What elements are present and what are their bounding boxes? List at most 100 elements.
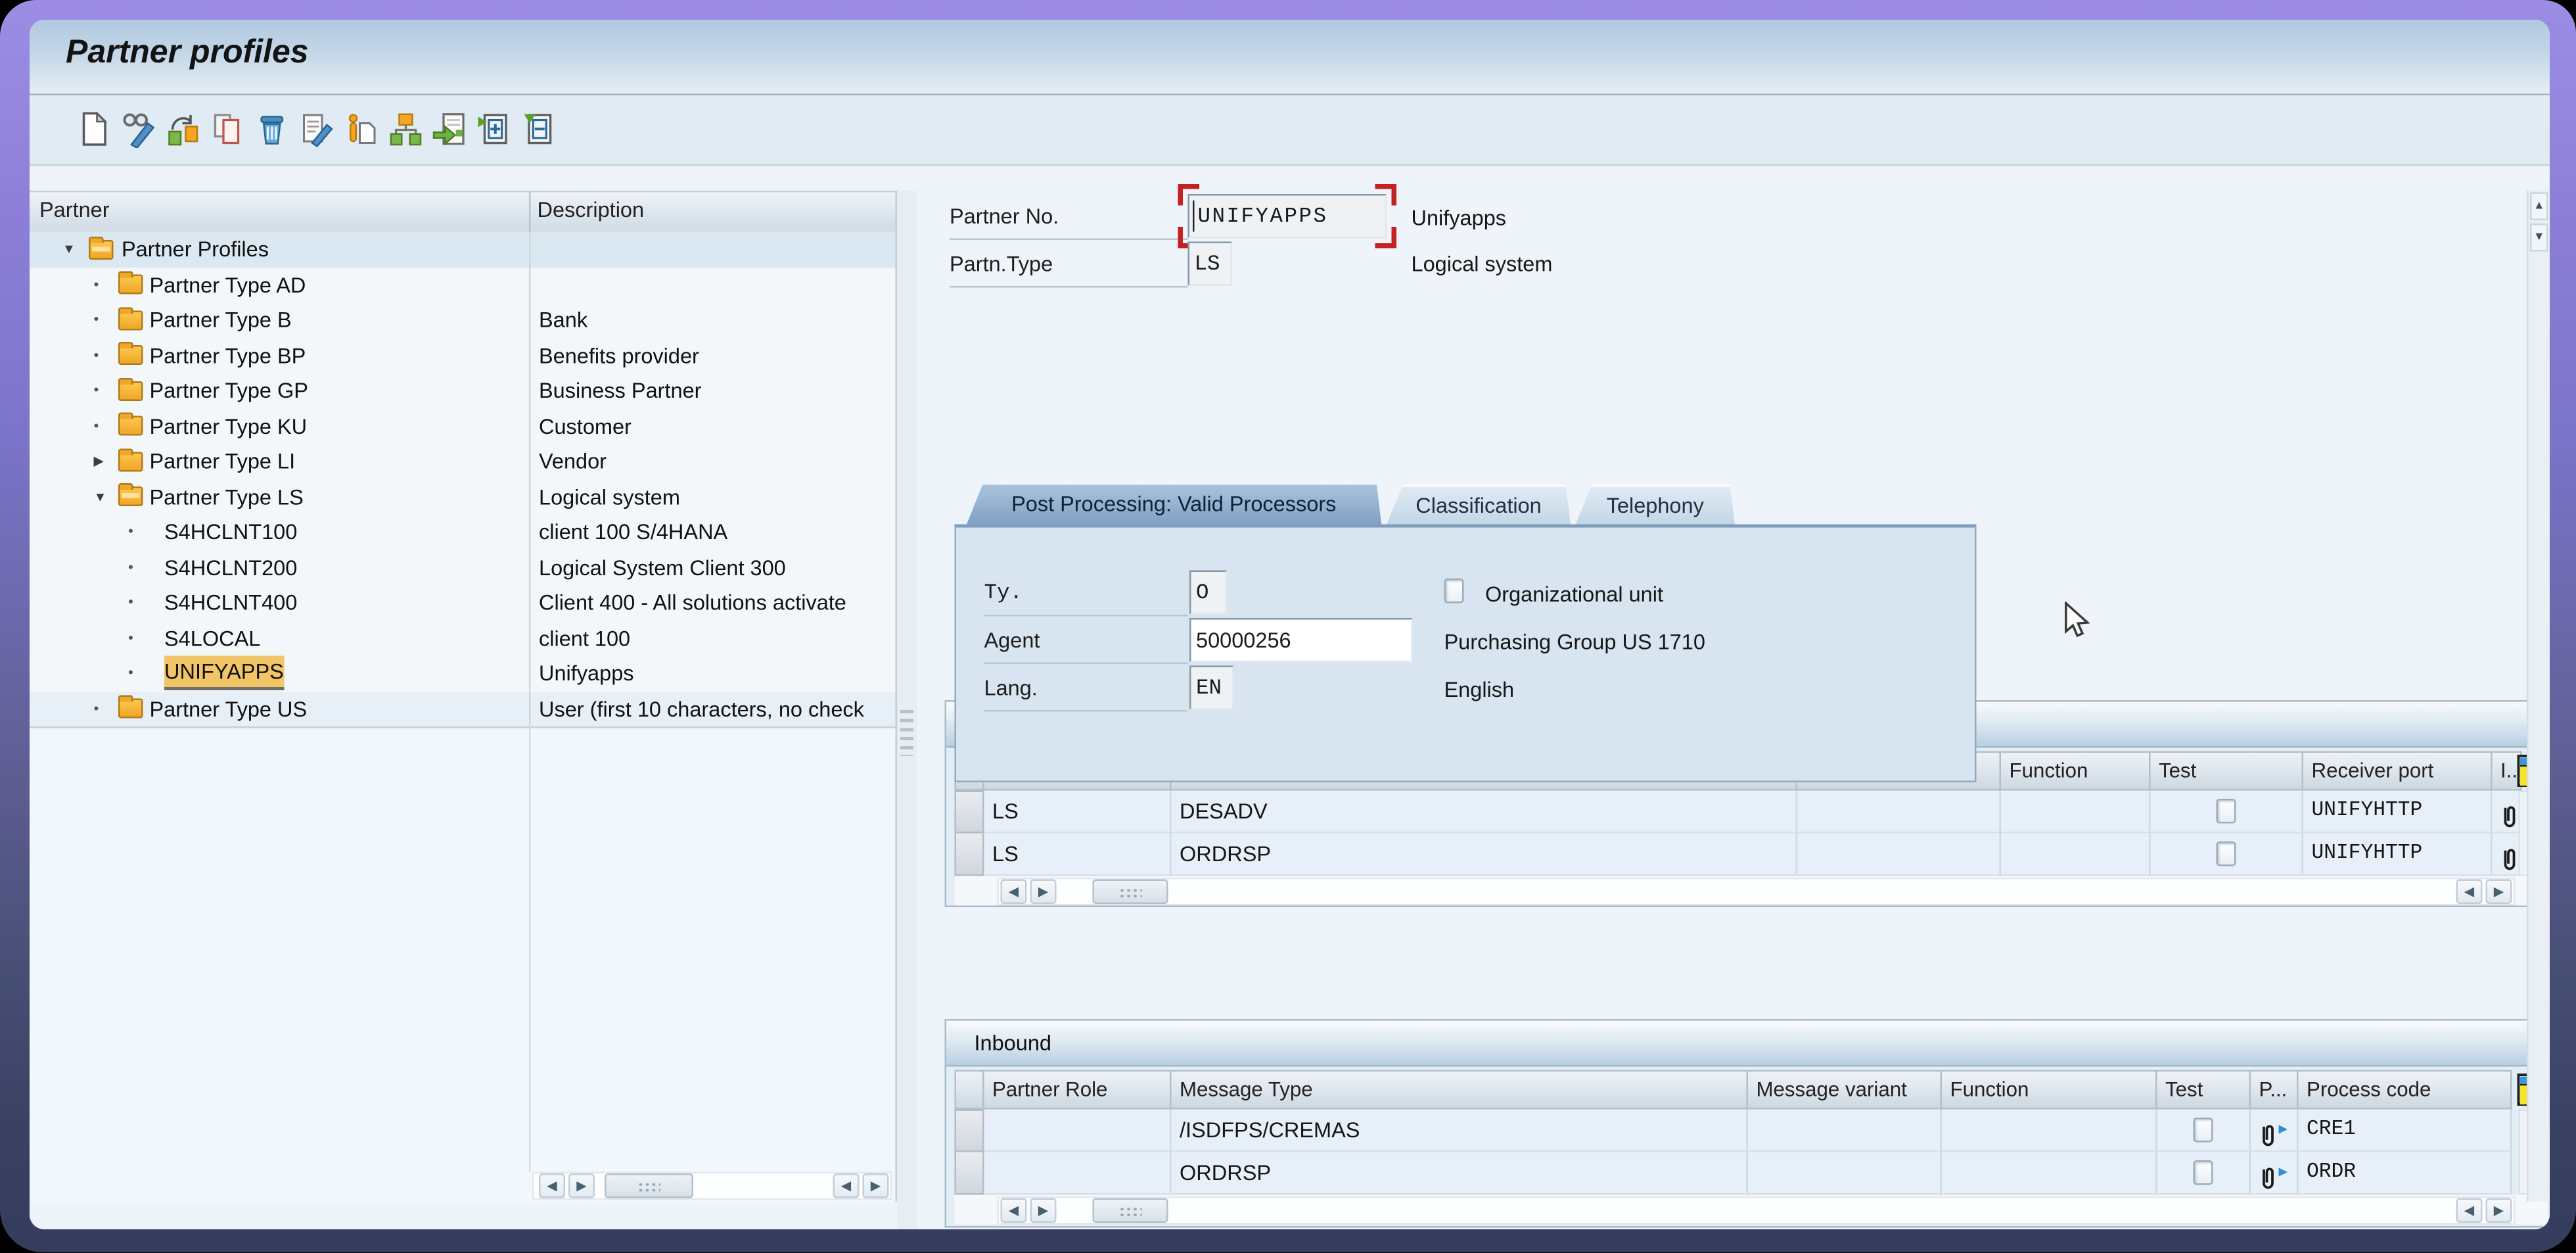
ty-field[interactable]: O	[1189, 571, 1228, 615]
tree-row-label[interactable]: Partner Type LI	[150, 444, 296, 479]
tree-row-s4hclnt100[interactable]: •S4HCLNT100client 100 S/4HANA	[30, 515, 896, 550]
inbound-row[interactable]: ORDRSP▶ORDR	[955, 1152, 2548, 1195]
hscroll-thumb[interactable]	[1093, 1197, 1168, 1222]
tree-row-s4hclnt400[interactable]: •S4HCLNT400Client 400 - All solutions ac…	[30, 585, 896, 621]
attachment-cell[interactable]	[2493, 791, 2522, 834]
outbound-row[interactable]: LSORDRSPUNIFYHTTP	[955, 834, 2548, 876]
test-checkbox[interactable]	[2217, 799, 2236, 824]
tree-row-label[interactable]: Partner Type BP	[150, 338, 306, 373]
outbound-row[interactable]: LSDESADVUNIFYHTTP	[955, 791, 2548, 834]
tree-row-label[interactable]: Partner Type AD	[150, 267, 306, 302]
tree-scroll-left2-icon[interactable]: ◀	[833, 1173, 860, 1198]
test-checkbox-cell[interactable]	[2151, 834, 2304, 876]
scroll-left-icon[interactable]: ◀	[1001, 878, 1027, 903]
folder-icon	[118, 699, 143, 719]
tab-post-processing-valid-processors[interactable]: Post Processing: Valid Processors	[966, 485, 1382, 527]
row-selector[interactable]	[955, 1110, 984, 1152]
change-icon[interactable]	[298, 110, 336, 149]
test-checkbox-cell[interactable]	[2157, 1110, 2251, 1152]
tree-scroll-left-icon[interactable]: ◀	[539, 1173, 565, 1198]
check-icon[interactable]	[430, 110, 469, 149]
test-checkbox-cell[interactable]	[2151, 791, 2304, 834]
tree-expander-icon[interactable]: ▼	[62, 232, 76, 268]
tree-row-label[interactable]: Partner Type US	[150, 691, 308, 726]
test-checkbox[interactable]	[2194, 1118, 2213, 1143]
tree-row-label[interactable]: S4HCLNT400	[164, 585, 297, 621]
tree-row-label[interactable]: Partner Type B	[150, 302, 292, 338]
test-checkbox[interactable]	[2217, 841, 2236, 866]
inbound-cell-message_variant	[1748, 1152, 1942, 1195]
scroll-right-icon[interactable]: ▶	[1030, 1197, 1057, 1222]
tree-expander-icon[interactable]: ▶	[94, 444, 104, 479]
row-selector[interactable]	[955, 1152, 984, 1195]
copy-as-icon[interactable]	[209, 110, 247, 149]
delete-icon[interactable]	[253, 110, 291, 149]
tree-row-s4local[interactable]: •S4LOCALclient 100	[30, 621, 896, 656]
test-checkbox-cell[interactable]	[2157, 1152, 2251, 1195]
partner-no-label: Partner No.	[950, 196, 1188, 241]
attachment-cell[interactable]: ▶	[2251, 1152, 2299, 1195]
tree-row-label[interactable]: Partner Type KU	[150, 408, 308, 444]
partner-type-field[interactable]: LS	[1188, 242, 1233, 287]
text-caret	[1193, 201, 1195, 232]
main-vscrollbar: ▲ ▼	[2527, 191, 2550, 1202]
tree-row-label[interactable]: UNIFYAPPS	[164, 656, 284, 691]
tree-row-s4hclnt200[interactable]: •S4HCLNT200 Logical System Client 300	[30, 550, 896, 585]
main-scroll-down-icon[interactable]: ▼	[2530, 224, 2548, 252]
tab-telephony[interactable]: Telephony	[1576, 485, 1736, 525]
inbound-cell-partner_role	[984, 1110, 1172, 1152]
tree-bullet-icon: •	[128, 515, 133, 550]
hscroll-thumb[interactable]	[1093, 878, 1168, 903]
tree-hscroll-thumb[interactable]	[605, 1173, 693, 1198]
org-unit-checkbox[interactable]	[1444, 579, 1464, 603]
tree-row-partner-type-li[interactable]: ▶Partner Type LIVendor	[30, 444, 896, 479]
agent-field[interactable]: 50000256	[1189, 618, 1413, 663]
partner-no-field[interactable]: UNIFYAPPS	[1188, 194, 1387, 239]
inbound-cell-message_type: /ISDFPS/CREMAS	[1172, 1110, 1749, 1152]
row-selector[interactable]	[955, 791, 984, 834]
panel-splitter[interactable]	[897, 191, 917, 1229]
scroll-left2-icon[interactable]: ◀	[2456, 878, 2483, 903]
tree-row-partner-type-ad[interactable]: •Partner Type AD	[30, 267, 896, 302]
create-icon[interactable]	[76, 110, 114, 149]
tree-row-label[interactable]: S4LOCAL	[164, 621, 260, 656]
tree-row-unifyapps[interactable]: •UNIFYAPPSUnifyapps	[30, 656, 896, 693]
tree-row-partner-type-ls[interactable]: ▼Partner Type LSLogical system	[30, 479, 896, 516]
display-change-icon[interactable]	[120, 110, 158, 149]
tree-expander-icon[interactable]: ▼	[94, 479, 107, 515]
scroll-right-icon[interactable]: ▶	[1030, 878, 1057, 903]
documentation-icon[interactable]	[342, 110, 380, 149]
tree-row-partner-profiles[interactable]: ▼ Partner Profiles	[30, 232, 896, 269]
hierarchy-icon[interactable]	[386, 110, 425, 149]
tree-row-partner-type-bp[interactable]: •Partner Type BPBenefits provider	[30, 338, 896, 373]
scroll-left-icon[interactable]: ◀	[1001, 1197, 1027, 1222]
tree-row-description	[529, 267, 896, 302]
tree-row-partner-type-b[interactable]: •Partner Type BBank	[30, 302, 896, 338]
copy-icon[interactable]	[164, 110, 202, 149]
tree-scroll-right-icon[interactable]: ▶	[568, 1173, 595, 1198]
scroll-right2-icon[interactable]: ▶	[2486, 878, 2512, 903]
tree-row-label[interactable]: Partner Type GP	[150, 373, 308, 409]
attachment-cell[interactable]	[2493, 834, 2522, 876]
tree-scroll-right2-icon[interactable]: ▶	[863, 1173, 889, 1198]
tree-row-partner-type-ku[interactable]: •Partner Type KUCustomer	[30, 408, 896, 444]
tree-row-label[interactable]: S4HCLNT200	[164, 550, 297, 585]
expand-icon[interactable]	[475, 110, 513, 149]
tree-row-partner-type-us[interactable]: •Partner Type USUser (first 10 character…	[30, 691, 896, 728]
collapse-icon[interactable]	[519, 110, 557, 149]
tree-row-label[interactable]: Partner Profiles	[122, 232, 269, 268]
tab-classification[interactable]: Classification	[1387, 485, 1571, 525]
hscroll-track[interactable]	[998, 1196, 2516, 1224]
main-scroll-up-icon[interactable]: ▲	[2530, 193, 2548, 221]
test-checkbox[interactable]	[2194, 1160, 2213, 1185]
row-selector[interactable]	[955, 834, 984, 876]
lang-field[interactable]: EN	[1189, 666, 1234, 711]
tree-row-label[interactable]: S4HCLNT100	[164, 515, 297, 550]
tree-row-label[interactable]: Partner Type LS	[150, 479, 304, 515]
tree-row-partner-type-gp[interactable]: •Partner Type GPBusiness Partner	[30, 373, 896, 409]
scroll-left2-icon[interactable]: ◀	[2456, 1197, 2483, 1222]
attachment-cell[interactable]: ▶	[2251, 1110, 2299, 1152]
scroll-right2-icon[interactable]: ▶	[2486, 1197, 2512, 1222]
hscroll-track[interactable]	[998, 877, 2516, 905]
inbound-row[interactable]: /ISDFPS/CREMAS▶CRE1	[955, 1110, 2548, 1152]
